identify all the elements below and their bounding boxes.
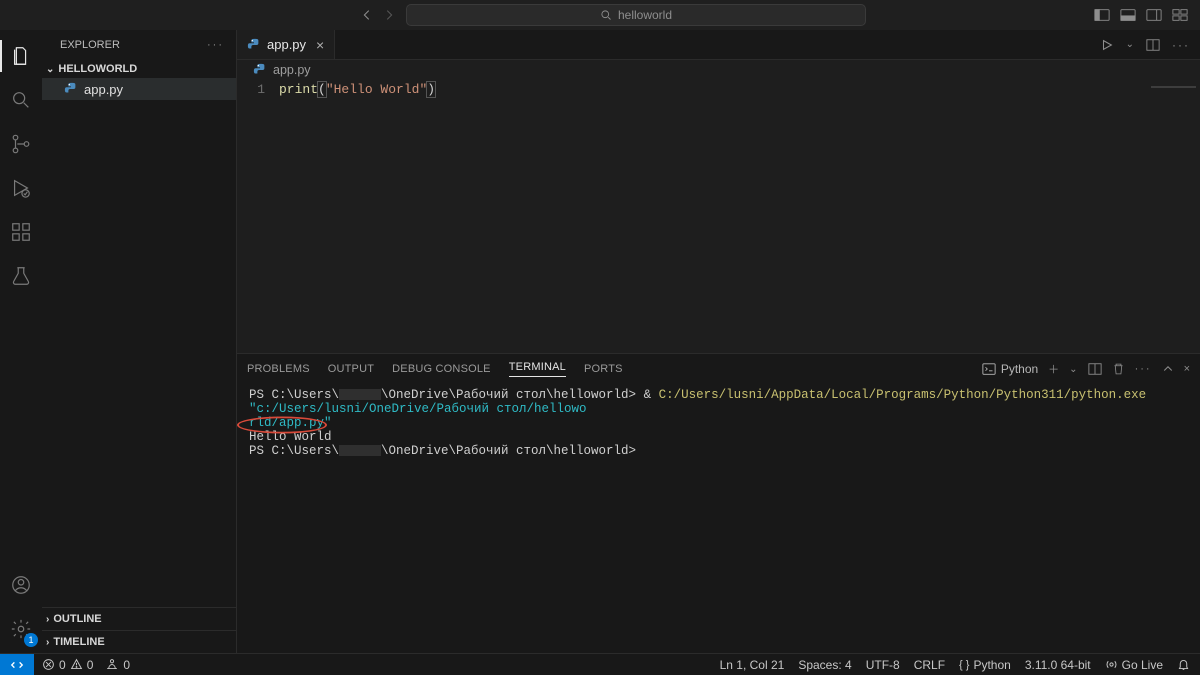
editor-more-icon[interactable]: ···	[1172, 38, 1190, 52]
tab-app-py[interactable]: app.py ×	[237, 30, 335, 59]
chevron-right-icon: ›	[46, 637, 49, 648]
close-panel-icon[interactable]: ×	[1184, 363, 1190, 375]
panel-tab-debug-console[interactable]: DEBUG CONSOLE	[392, 363, 491, 375]
nav-forward-icon[interactable]	[382, 8, 396, 22]
warning-count: 0	[87, 658, 94, 672]
split-terminal-icon[interactable]	[1088, 362, 1102, 376]
toggle-panel-icon[interactable]	[1120, 8, 1136, 22]
chevron-right-icon: ›	[46, 614, 49, 625]
kill-terminal-icon[interactable]	[1112, 362, 1125, 376]
close-tab-icon[interactable]: ×	[312, 37, 324, 53]
file-name: app.py	[84, 82, 123, 97]
ports-count: 0	[123, 658, 130, 672]
python-file-icon	[247, 38, 261, 52]
panel-tab-problems[interactable]: PROBLEMS	[247, 363, 310, 375]
activity-search[interactable]	[0, 80, 42, 120]
status-encoding[interactable]: UTF-8	[866, 658, 900, 672]
timeline-label: TIMELINE	[53, 636, 104, 648]
new-terminal-dropdown-icon[interactable]: ⌄	[1069, 364, 1077, 375]
file-item-app-py[interactable]: app.py	[42, 78, 236, 100]
title-bar: helloworld	[0, 0, 1200, 30]
panel-tab-ports[interactable]: PORTS	[584, 363, 623, 375]
split-editor-icon[interactable]	[1146, 38, 1160, 52]
code-line: print("Hello World")	[279, 80, 435, 353]
redacted-username	[339, 445, 381, 456]
search-icon	[600, 9, 612, 21]
toggle-primary-sidebar-icon[interactable]	[1094, 8, 1110, 22]
activity-extensions[interactable]	[0, 212, 42, 252]
folder-header[interactable]: ⌄ HELLOWORLD	[42, 60, 236, 78]
activity-accounts[interactable]	[0, 565, 42, 605]
folder-name: HELLOWORLD	[58, 63, 137, 75]
terminal-line: PS C:\Users\\OneDrive\Рабочий стол\hello…	[249, 444, 1188, 458]
run-dropdown-icon[interactable]: ⌄	[1126, 39, 1134, 50]
activity-source-control[interactable]	[0, 124, 42, 164]
terminal-shell-selector[interactable]: Python	[982, 362, 1038, 376]
activity-testing[interactable]	[0, 256, 42, 296]
chevron-down-icon: ⌄	[46, 64, 54, 75]
remote-indicator[interactable]	[0, 654, 34, 675]
activity-explorer[interactable]	[0, 36, 42, 76]
status-ports[interactable]: 0	[105, 658, 130, 672]
terminal-shell-label: Python	[1001, 362, 1038, 376]
outline-section[interactable]: › OUTLINE	[42, 608, 236, 630]
redacted-username	[339, 389, 381, 400]
terminal-line: PS C:\Users\\OneDrive\Рабочий стол\hello…	[249, 388, 1188, 416]
python-file-icon	[253, 63, 267, 77]
status-notifications[interactable]	[1177, 658, 1190, 671]
minimap[interactable]	[1125, 80, 1200, 94]
toggle-secondary-sidebar-icon[interactable]	[1146, 8, 1162, 22]
activity-run-debug[interactable]	[0, 168, 42, 208]
status-errors-warnings[interactable]: 0 0	[42, 658, 93, 672]
maximize-panel-icon[interactable]	[1162, 363, 1174, 375]
panel-tab-terminal[interactable]: TERMINAL	[509, 361, 566, 377]
panel-tab-output[interactable]: OUTPUT	[328, 363, 374, 375]
language-label: Python	[973, 658, 1010, 672]
go-live-label: Go Live	[1122, 658, 1163, 672]
timeline-section[interactable]: › TIMELINE	[42, 631, 236, 653]
customize-layout-icon[interactable]	[1172, 8, 1188, 22]
terminal-output: Hello World	[249, 430, 1188, 444]
bottom-panel: PROBLEMS OUTPUT DEBUG CONSOLE TERMINAL P…	[237, 353, 1200, 653]
new-terminal-icon[interactable]: ＋	[1048, 361, 1059, 377]
activity-settings[interactable]: 1	[0, 609, 42, 649]
sidebar-more-icon[interactable]: ···	[207, 39, 224, 51]
status-go-live[interactable]: Go Live	[1105, 658, 1163, 672]
python-file-icon	[64, 82, 78, 96]
outline-label: OUTLINE	[53, 613, 101, 625]
sidebar-title: EXPLORER	[60, 39, 120, 51]
error-count: 0	[59, 658, 66, 672]
run-file-icon[interactable]	[1100, 38, 1114, 52]
line-number: 1	[237, 82, 265, 97]
editor[interactable]: 1 print("Hello World")	[237, 80, 1200, 353]
command-center-search[interactable]: helloworld	[406, 4, 866, 26]
breadcrumb-file: app.py	[273, 63, 311, 77]
nav-back-icon[interactable]	[360, 8, 374, 22]
status-interpreter[interactable]: 3.11.0 64-bit	[1025, 658, 1091, 672]
breadcrumb[interactable]: app.py	[237, 60, 1200, 80]
editor-tab-bar: app.py × ⌄ ···	[237, 30, 1200, 60]
status-indentation[interactable]: Spaces: 4	[798, 658, 851, 672]
tab-label: app.py	[267, 37, 306, 52]
activity-bar: 1	[0, 30, 42, 653]
status-eol[interactable]: CRLF	[914, 658, 945, 672]
status-language[interactable]: { } Python	[959, 658, 1011, 672]
terminal-line: rld/app.py"	[249, 416, 1188, 430]
status-cursor-position[interactable]: Ln 1, Col 21	[720, 658, 785, 672]
terminal[interactable]: PS C:\Users\\OneDrive\Рабочий стол\hello…	[237, 384, 1200, 653]
panel-more-icon[interactable]: ···	[1135, 363, 1152, 375]
settings-badge: 1	[24, 633, 38, 647]
status-bar: 0 0 0 Ln 1, Col 21 Spaces: 4 UTF-8 CRLF …	[0, 653, 1200, 675]
explorer-sidebar: EXPLORER ··· ⌄ HELLOWORLD app.py › OUTLIN…	[42, 30, 237, 653]
command-center-text: helloworld	[618, 8, 672, 22]
